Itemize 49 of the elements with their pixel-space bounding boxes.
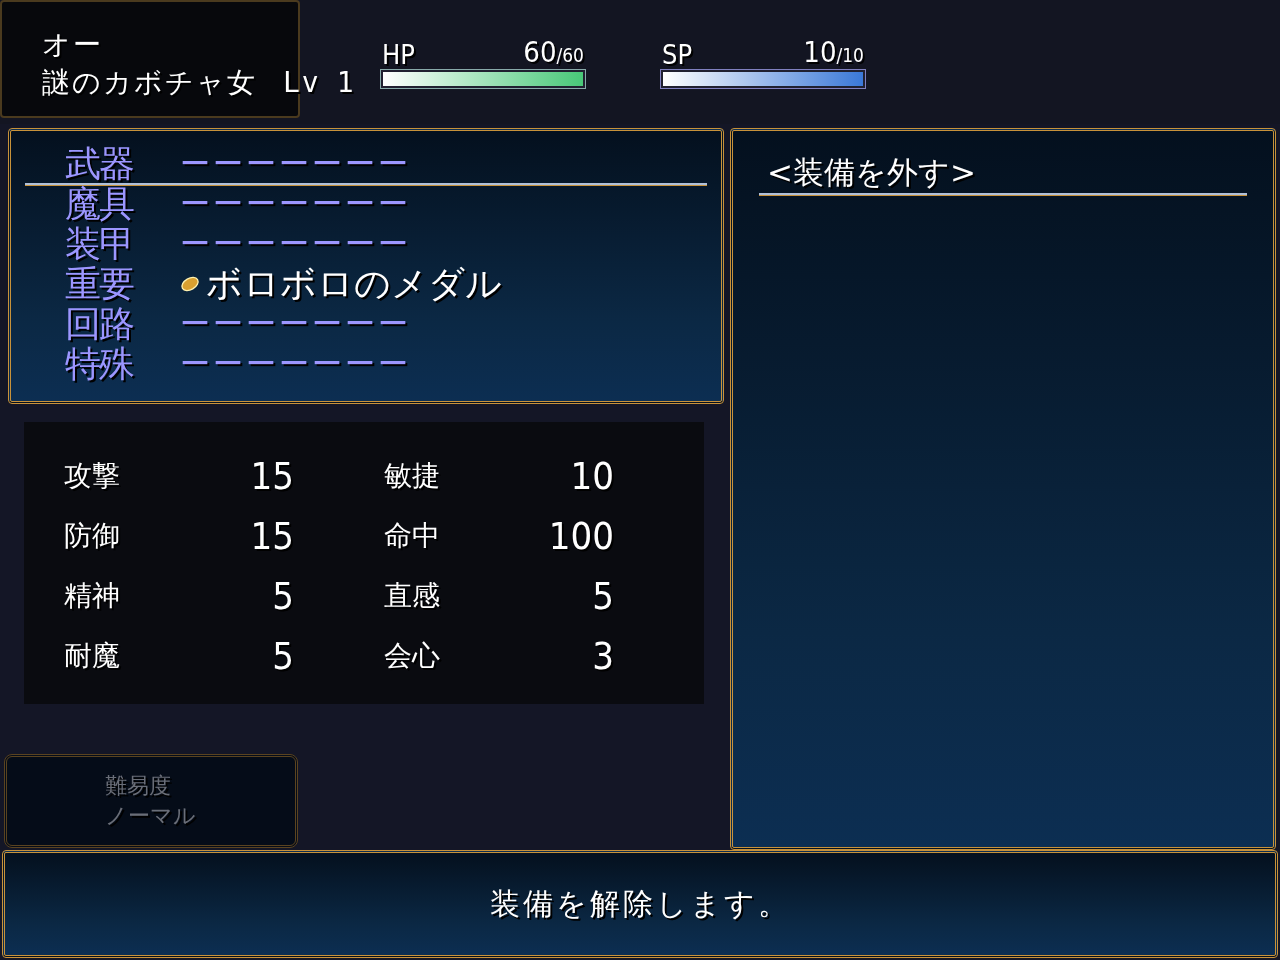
slot-item: ボロボロのメダル: [206, 264, 502, 304]
difficulty-value: ノーマル: [105, 802, 197, 830]
list-item[interactable]: <装備を外す>: [759, 151, 1247, 195]
slot-row[interactable]: 特殊 ーーーーーーー: [25, 345, 707, 385]
stat-value: 10: [570, 454, 614, 498]
slot-label: 装甲: [65, 224, 134, 264]
level-label: Lv: [283, 65, 321, 101]
slot-row[interactable]: 回路 ーーーーーーー: [25, 305, 707, 345]
stat-label: 直感: [384, 578, 440, 614]
stat-label: 命中: [384, 518, 440, 554]
slot-row[interactable]: 武器 ーーーーーーー: [25, 145, 707, 185]
medal-icon: [180, 276, 200, 292]
slot-item: ーーーーーーー: [180, 305, 411, 343]
slot-label: 武器: [65, 144, 134, 184]
stat-value: 5: [592, 574, 614, 618]
slot-label: 重要: [65, 264, 135, 304]
slot-item: ーーーーーーー: [180, 345, 411, 383]
stat-label: 精神: [64, 578, 120, 614]
gauge-max: /60: [556, 44, 584, 66]
slot-row[interactable]: 装甲 ーーーーーーー: [25, 225, 707, 265]
stat-label: 会心: [384, 638, 440, 674]
slot-item: ーーーーーーー: [180, 185, 411, 223]
slot-label: 回路: [65, 304, 134, 344]
stat-value: 5: [272, 634, 294, 678]
gauge-max: /10: [836, 44, 864, 66]
slot-item: ーーーーーーー: [180, 145, 411, 183]
stat-label: 敏捷: [384, 458, 440, 494]
stat-label: 耐魔: [64, 638, 120, 674]
slot-label: 魔具: [65, 184, 135, 224]
slot-row[interactable]: 重要 ボロボロのメダル: [25, 265, 707, 305]
slot-label: 特殊: [65, 344, 135, 384]
stat-value: 100: [548, 514, 614, 558]
stat-value: 15: [250, 454, 294, 498]
stat-label: 攻撃: [64, 458, 120, 494]
slot-row[interactable]: 魔具 ーーーーーーー: [25, 185, 707, 225]
stat-value: 3: [592, 634, 614, 678]
stat-label: 防御: [64, 518, 120, 554]
actor-title: オー: [42, 27, 104, 63]
level-value: 1: [336, 65, 356, 101]
gauge-label: SP: [662, 41, 693, 69]
help-text: 装備を解除します。: [489, 884, 791, 923]
slot-item: ーーーーーーー: [180, 225, 411, 263]
actor-name: 謎のカボチャ女: [42, 65, 257, 101]
difficulty-title: 難易度: [105, 772, 172, 800]
gauge-label: HP: [382, 41, 415, 69]
gauge-value: 60: [523, 35, 557, 69]
gauge-value: 10: [803, 35, 837, 69]
stat-value: 5: [272, 574, 294, 618]
stat-value: 15: [250, 514, 294, 558]
